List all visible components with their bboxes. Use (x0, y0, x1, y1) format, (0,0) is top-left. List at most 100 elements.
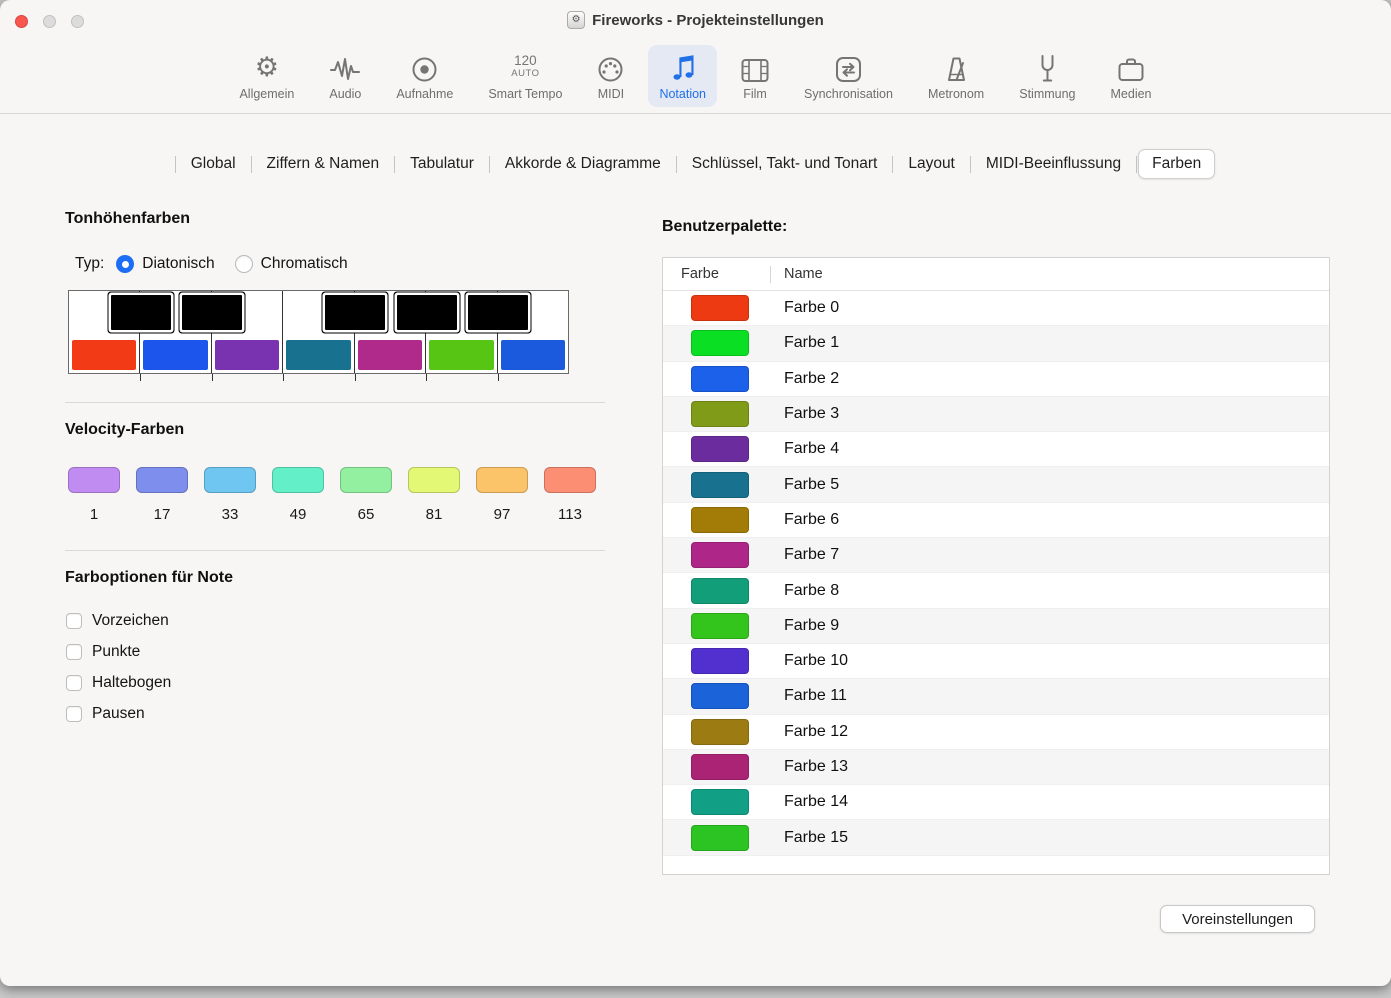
tab-bar: Global Ziffern & Namen Tabulatur Akkorde… (0, 149, 1391, 179)
checkbox[interactable] (66, 675, 82, 691)
velocity-value-label: 81 (426, 506, 443, 523)
radio-chromatisch[interactable] (235, 255, 253, 273)
piano-black-key[interactable] (468, 295, 528, 330)
waveform-icon (330, 51, 360, 83)
column-header-farbe[interactable]: Farbe (663, 266, 770, 282)
palette-color-swatch[interactable] (691, 472, 749, 498)
palette-row[interactable]: Farbe 3 (663, 397, 1329, 432)
velocity-color-swatch[interactable] (476, 467, 528, 493)
velocity-color-swatch[interactable] (68, 467, 120, 493)
key-color-swatch[interactable] (429, 340, 493, 370)
note-option-row: Pausen (66, 705, 171, 723)
tab[interactable]: Akkorde & Diagramme (489, 149, 676, 179)
key-color-swatch[interactable] (143, 340, 207, 370)
tab-label: Global (177, 149, 250, 179)
palette-row[interactable]: Farbe 5 (663, 467, 1329, 502)
velocity-color-swatch[interactable] (136, 467, 188, 493)
film-icon (741, 51, 769, 83)
tab[interactable]: Global (175, 149, 251, 179)
palette-row[interactable]: Farbe 10 (663, 644, 1329, 679)
toolbar-item-medien[interactable]: Medien (1100, 45, 1163, 107)
toolbar-item-synchronisation[interactable]: Synchronisation (793, 45, 904, 107)
toolbar-label: Synchronisation (804, 87, 893, 101)
palette-color-swatch[interactable] (691, 754, 749, 780)
velocity-swatch-item: 1 (68, 467, 120, 523)
velocity-color-swatch[interactable] (204, 467, 256, 493)
palette-color-name: Farbe 14 (784, 793, 848, 811)
palette-row[interactable]: Farbe 4 (663, 432, 1329, 467)
smart-tempo-icon: 120 AUTO (511, 51, 539, 83)
piano-black-key[interactable] (397, 295, 457, 330)
palette-row[interactable]: Farbe 0 (663, 291, 1329, 326)
key-color-swatch[interactable] (286, 340, 350, 370)
window-title: Fireworks - Projekteinstellungen (592, 12, 824, 29)
tab-label: Ziffern & Namen (253, 149, 394, 179)
radio-diatonisch[interactable] (116, 255, 134, 273)
palette-color-swatch[interactable] (691, 366, 749, 392)
palette-color-swatch[interactable] (691, 542, 749, 568)
piano-black-key[interactable] (182, 295, 242, 330)
palette-color-name: Farbe 10 (784, 652, 848, 670)
tuning-fork-icon (1036, 51, 1059, 83)
tab[interactable]: Ziffern & Namen (251, 149, 395, 179)
toolbar-item-audio[interactable]: Audio (318, 45, 372, 107)
checkbox[interactable] (66, 706, 82, 722)
tab[interactable]: Farben (1136, 149, 1216, 179)
piano-black-key[interactable] (325, 295, 385, 330)
briefcase-icon (1117, 51, 1145, 83)
palette-color-swatch[interactable] (691, 295, 749, 321)
palette-row[interactable]: Farbe 8 (663, 573, 1329, 608)
velocity-color-swatch[interactable] (340, 467, 392, 493)
palette-color-swatch[interactable] (691, 825, 749, 851)
palette-color-swatch[interactable] (691, 578, 749, 604)
velocity-color-swatch[interactable] (408, 467, 460, 493)
palette-row[interactable]: Farbe 7 (663, 538, 1329, 573)
velocity-color-swatch[interactable] (272, 467, 324, 493)
palette-row[interactable]: Farbe 11 (663, 679, 1329, 714)
palette-color-swatch[interactable] (691, 401, 749, 427)
checkbox[interactable] (66, 644, 82, 660)
tab[interactable]: Tabulatur (394, 149, 489, 179)
tab[interactable]: Schlüssel, Takt- und Tonart (676, 149, 893, 179)
palette-color-swatch[interactable] (691, 330, 749, 356)
palette-color-swatch[interactable] (691, 613, 749, 639)
keyboard-tick (355, 374, 356, 381)
key-color-swatch[interactable] (72, 340, 136, 370)
tab[interactable]: Layout (892, 149, 970, 179)
palette-row[interactable]: Farbe 15 (663, 820, 1329, 855)
palette-row[interactable]: Farbe 2 (663, 362, 1329, 397)
toolbar-item-aufnahme[interactable]: Aufnahme (385, 45, 464, 107)
palette-row[interactable]: Farbe 13 (663, 750, 1329, 785)
tempo-value: 120 (514, 54, 537, 69)
title-bar[interactable]: ⚙ Fireworks - Projekteinstellungen (0, 0, 1391, 44)
toolbar-item-stimmung[interactable]: Stimmung (1008, 45, 1086, 107)
key-color-swatch[interactable] (501, 340, 565, 370)
presets-button[interactable]: Voreinstellungen (1160, 905, 1315, 933)
key-color-swatch[interactable] (358, 340, 422, 370)
palette-color-swatch[interactable] (691, 719, 749, 745)
palette-color-swatch[interactable] (691, 648, 749, 674)
piano-black-key[interactable] (111, 295, 171, 330)
toolbar-item-film[interactable]: Film (730, 45, 780, 107)
palette-row[interactable]: Farbe 6 (663, 503, 1329, 538)
velocity-color-swatch[interactable] (544, 467, 596, 493)
toolbar-item-allgemein[interactable]: ⚙ Allgemein (228, 45, 305, 107)
palette-color-swatch[interactable] (691, 507, 749, 533)
checkbox[interactable] (66, 613, 82, 629)
palette-color-swatch[interactable] (691, 436, 749, 462)
palette-row[interactable]: Farbe 9 (663, 609, 1329, 644)
tab[interactable]: MIDI-Beeinflussung (970, 149, 1136, 179)
toolbar-item-metronom[interactable]: Metronom (917, 45, 995, 107)
palette-color-swatch[interactable] (691, 789, 749, 815)
palette-color-swatch[interactable] (691, 683, 749, 709)
toolbar-item-midi[interactable]: MIDI (586, 45, 635, 107)
key-color-swatch[interactable] (215, 340, 279, 370)
velocity-swatch-item: 17 (136, 467, 188, 523)
palette-row[interactable]: Farbe 14 (663, 785, 1329, 820)
column-header-name[interactable]: Name (771, 266, 823, 282)
tab-label: Schlüssel, Takt- und Tonart (678, 149, 892, 179)
toolbar-item-smart-tempo[interactable]: 120 AUTO Smart Tempo (477, 45, 573, 107)
palette-row[interactable]: Farbe 12 (663, 715, 1329, 750)
toolbar-item-notation[interactable]: Notation (648, 45, 717, 107)
palette-row[interactable]: Farbe 1 (663, 326, 1329, 361)
